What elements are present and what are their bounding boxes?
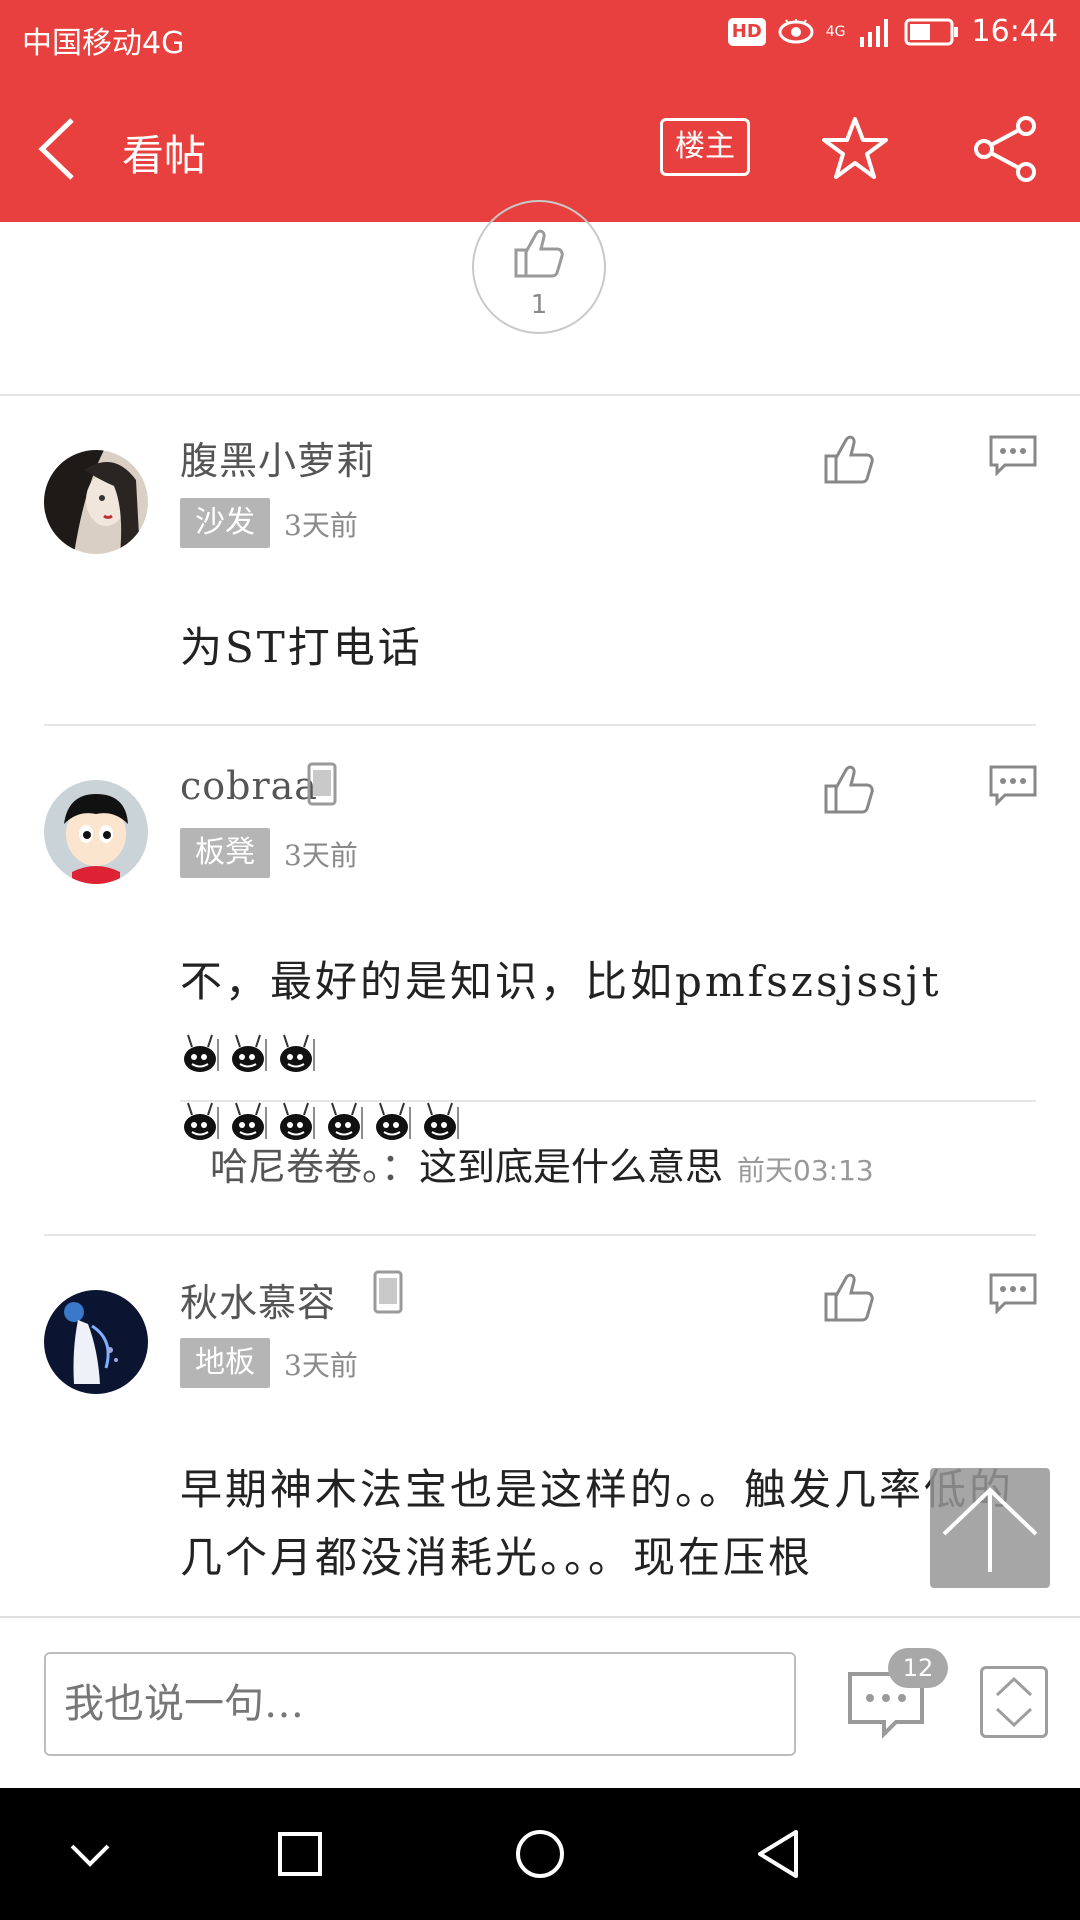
page-navigate-button[interactable] [980,1666,1048,1738]
star-icon[interactable] [820,114,890,184]
up-down-icon [995,1676,1033,1728]
comment-count-badge: 12 [888,1648,948,1688]
signal-icon [859,18,888,47]
bug-emoji-icon [184,1034,219,1072]
system-nav-bar [0,1788,1080,1920]
sub-reply[interactable]: 哈尼卷卷。：这到底是什么意思 前天03:13 [210,1136,874,1191]
reply-icon[interactable] [988,1272,1038,1314]
thumbs-up-icon [514,229,564,278]
scroll-top-button[interactable] [930,1468,1050,1588]
recent-apps-icon[interactable] [270,1824,330,1884]
post-time: 3天前 [284,839,358,872]
share-icon[interactable] [970,114,1040,184]
avatar[interactable] [44,780,148,884]
clock: 16:44 [971,14,1058,49]
reply-icon[interactable] [988,434,1038,476]
avatar[interactable] [44,1290,148,1394]
floor-badge: 地板 [180,1338,270,1388]
chevron-down-icon[interactable] [60,1824,120,1884]
post-time: 3天前 [284,1349,358,1382]
avatar[interactable] [44,450,148,554]
bug-emoji-icon [232,1034,267,1072]
home-icon[interactable] [510,1824,570,1884]
reply-icon[interactable] [988,764,1038,806]
floor-badge: 板凳 [180,828,270,878]
page-title: 看帖 [122,131,207,180]
status-bar: 中国移动4G HD 4G 16:44 [0,0,1080,74]
post-content: 为ST打电话 [180,623,423,672]
subreply-divider [180,1100,1036,1102]
mobile-icon [373,1270,403,1314]
username[interactable]: 腹黑小萝莉 [180,430,375,485]
arrow-up-icon [942,1487,1038,1572]
post-content: 不，最好的是知识，比如pmfszsjssjt [180,948,1040,1152]
hd-icon: HD [727,17,766,46]
owner-only-button[interactable]: 楼主 [660,118,750,176]
comment-input[interactable]: 我也说一句… [44,1652,796,1756]
like-icon[interactable] [822,764,874,816]
post-divider [44,724,1036,726]
carrier-label: 中国移动4G [22,26,185,61]
section-divider [0,394,1080,396]
username[interactable]: cobraa [180,764,318,808]
post-like-button[interactable]: 1 [472,200,606,334]
post-content: 早期神木法宝也是这样的。。触发几率低的几个月都没消耗光。。。现在压根 [180,1465,1015,1582]
mobile-icon [307,762,337,806]
like-icon[interactable] [822,1272,874,1324]
sub-reply-time: 前天03:13 [737,1154,874,1187]
emoji-row [180,1031,320,1075]
post-text: 不，最好的是知识，比如pmfszsjssjt [180,957,942,1006]
sub-reply-text: 这到底是什么意思 [419,1145,724,1189]
reply-bar: 我也说一句… 12 [0,1616,1080,1788]
post-time: 3天前 [284,509,358,542]
back-nav-icon[interactable] [750,1824,810,1884]
network-type: 4G [825,23,846,40]
post-like-count: 1 [530,290,548,320]
username[interactable]: 秋水慕容 [180,1272,336,1327]
eye-icon [778,18,814,43]
bug-emoji-icon [280,1034,315,1072]
battery-icon [904,18,958,45]
like-icon[interactable] [822,434,874,486]
back-icon[interactable] [30,114,90,184]
post-divider [44,1234,1036,1236]
sub-reply-user[interactable]: 哈尼卷卷。： [210,1145,419,1189]
floor-badge: 沙发 [180,498,270,548]
status-icons: HD 4G 16:44 [727,14,1058,49]
